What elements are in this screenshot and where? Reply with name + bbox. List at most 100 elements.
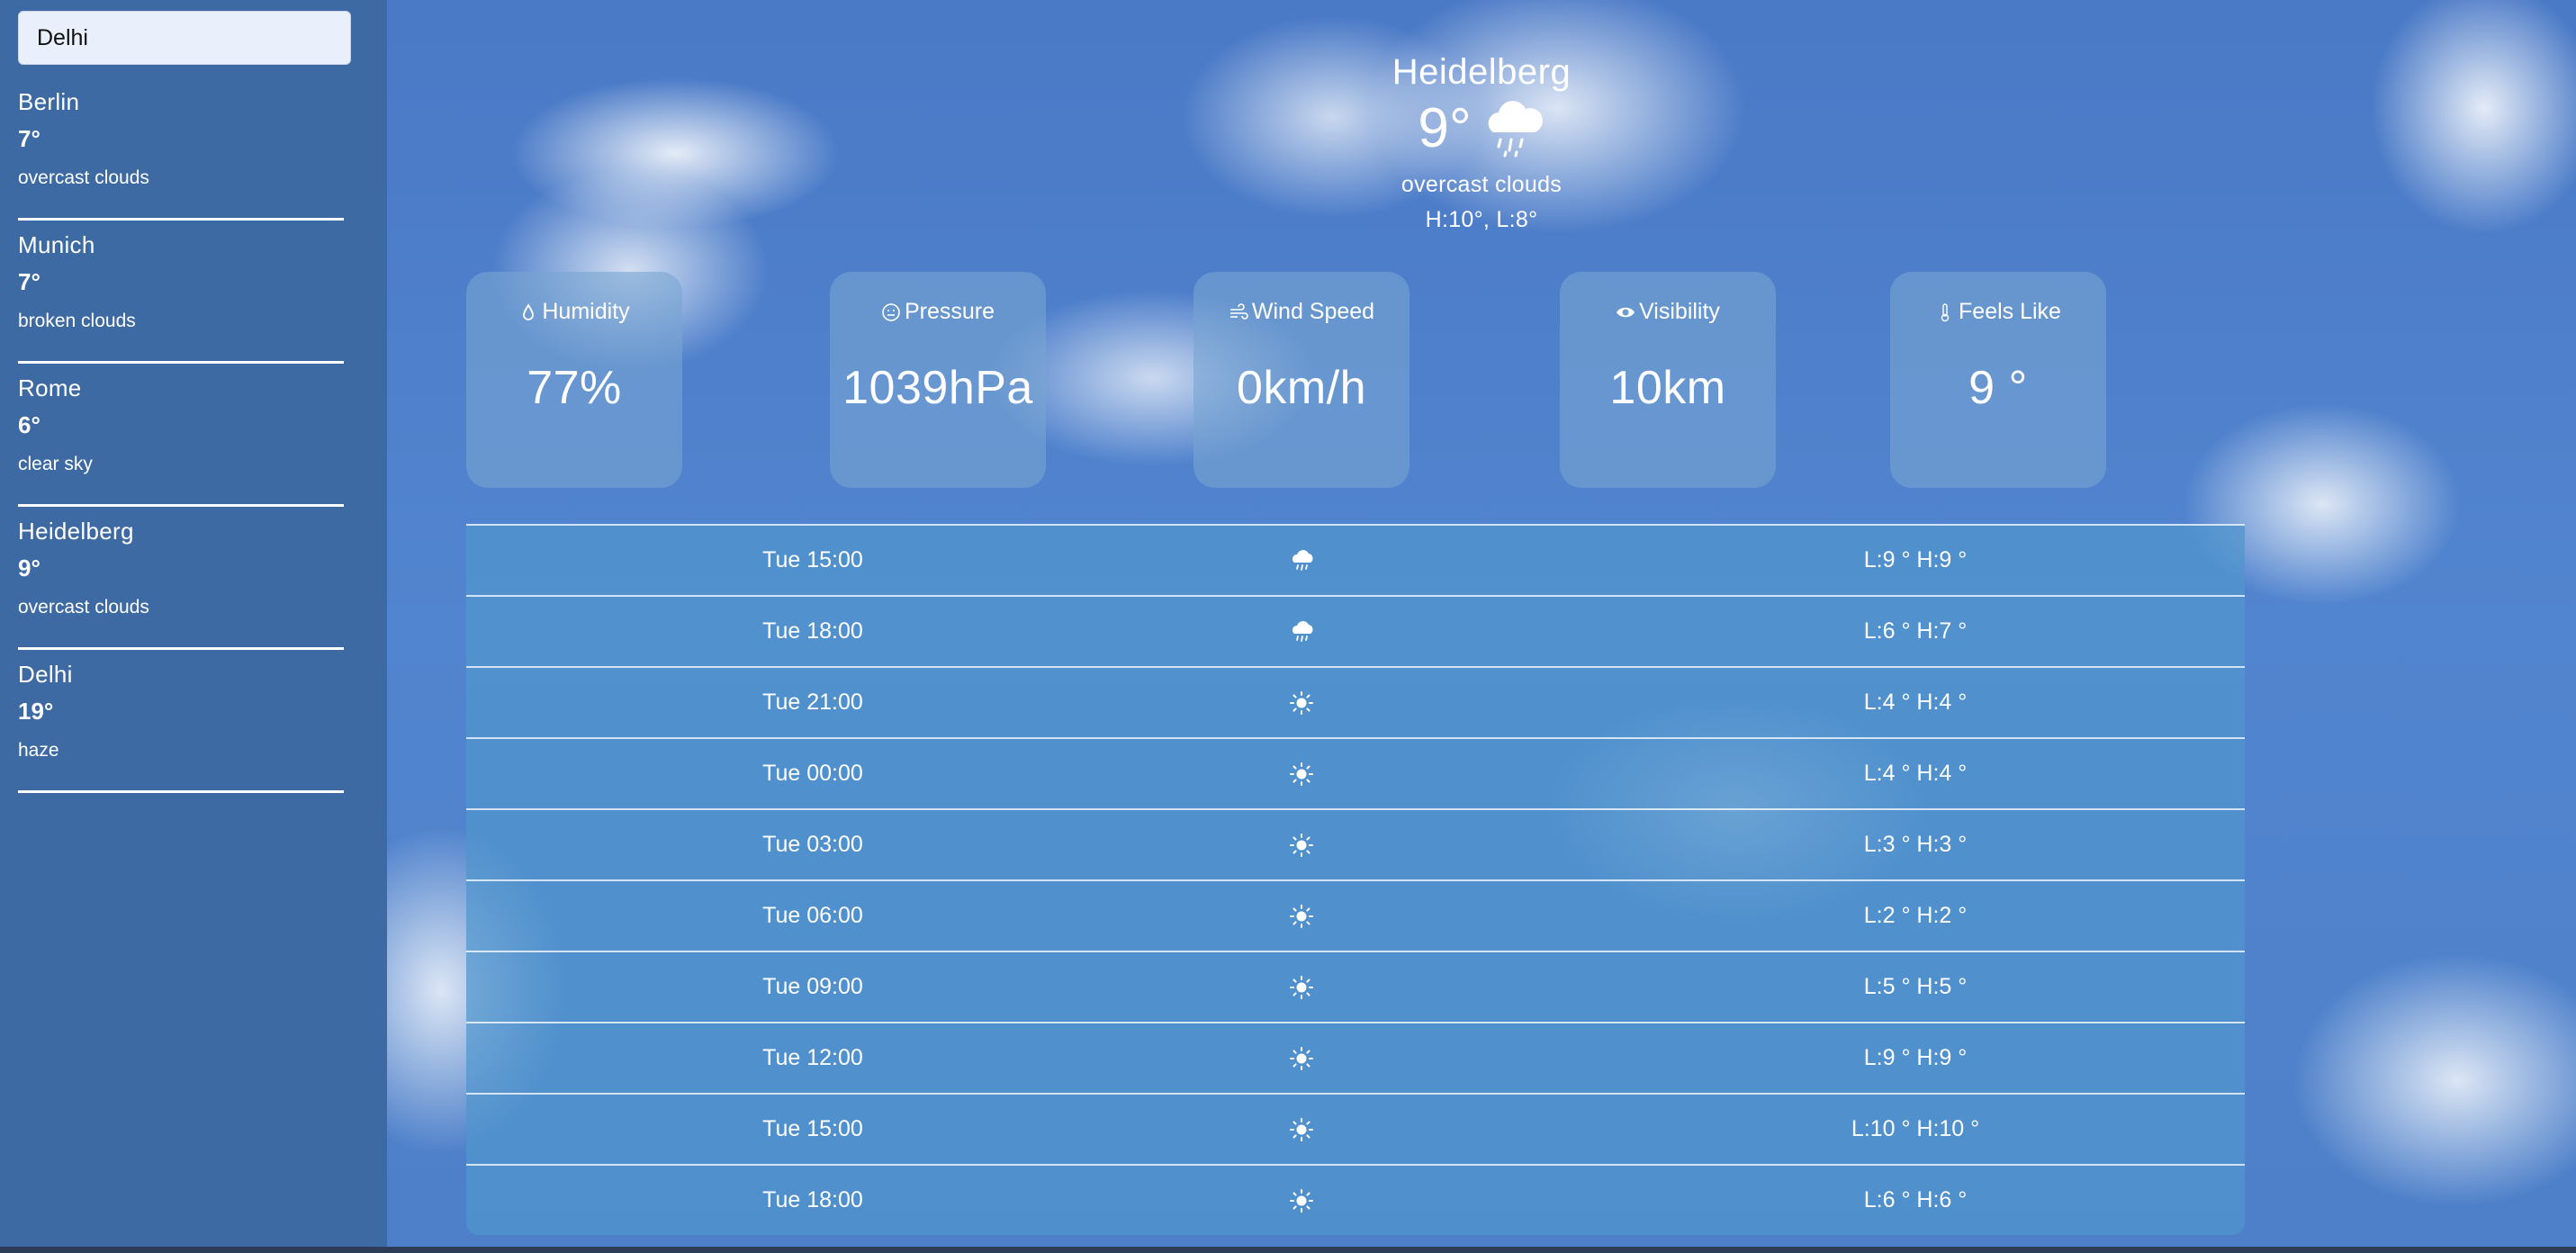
forecast-low-high: L:2 ° H:2 ° [1863,903,1968,928]
wind-icon [1229,302,1248,320]
city-temp: 7° [18,125,41,152]
card-value: 9 ° [1968,362,2028,414]
forecast-row: Tue 06:00 L:2 ° H:2 ° [466,879,2245,951]
current-description: overcast clouds [1401,172,1563,197]
city-desc: clear sky [18,454,93,474]
rain-cloud-icon [1289,548,1314,573]
city-name: Berlin [18,88,80,115]
city-desc: broken clouds [18,311,136,331]
city-temp: 19° [18,698,54,725]
humidity-card: Humidity 77% [466,272,682,488]
card-title-label: Wind Speed [1251,299,1375,324]
sun-icon [1289,1046,1314,1071]
forecast-row: Tue 12:00 L:9 ° H:9 ° [466,1022,2245,1093]
current-temp: 9° [1418,96,1472,159]
city-item-berlin[interactable]: Berlin 7° overcast clouds [18,79,344,221]
forecast-low-high: L:5 ° H:5 ° [1863,974,1968,999]
forecast-time: Tue 21:00 [762,690,863,715]
eye-icon [1617,307,1635,317]
forecast-row: Tue 15:00 L:10 ° H:10 ° [466,1093,2245,1164]
forecast-time: Tue 03:00 [762,832,863,857]
city-name: Heidelberg [18,518,134,545]
city-item-heidelberg[interactable]: Heidelberg 9° overcast clouds [18,509,344,650]
forecast-row: Tue 21:00 L:4 ° H:4 ° [466,666,2245,737]
forecast-low-high: L:9 ° H:9 ° [1863,1045,1968,1070]
card-title-label: Humidity [542,299,630,324]
rain-cloud-icon [1488,101,1543,158]
forecast-row: Tue 00:00 L:4 ° H:4 ° [466,737,2245,808]
visibility-card: Visibility 10km [1560,272,1776,488]
forecast-time: Tue 09:00 [762,974,863,999]
card-title: Feels Like [1890,299,2106,325]
city-item-munich[interactable]: Munich 7° broken clouds [18,222,344,364]
sun-icon [1289,904,1314,929]
rain-cloud-icon [1289,619,1314,645]
card-value: 77% [527,362,622,414]
city-name: Munich [18,231,95,258]
forecast-low-high: L:6 ° H:7 ° [1863,618,1968,644]
metric-cards: Humidity 77% Pressure 1039hPa Wind Speed… [387,272,2576,488]
forecast-low-high: L:4 ° H:4 ° [1863,690,1968,715]
city-temp: 6° [18,411,41,438]
main-panel: Heidelberg 9° overcast clouds H:10°, L:8… [387,0,2576,1247]
current-temp-row: 9° [387,96,2576,159]
droplet-icon [523,302,535,320]
current-weather: Heidelberg 9° overcast clouds H:10°, L:8… [387,52,2576,233]
forecast-time: Tue 06:00 [762,903,863,928]
city-desc: overcast clouds [18,167,149,188]
forecast-low-high: L:6 ° H:6 ° [1863,1187,1968,1212]
city-search-input[interactable] [18,11,351,65]
forecast-low-high: L:3 ° H:3 ° [1863,832,1968,857]
sun-icon [1289,1117,1314,1142]
forecast-time: Tue 15:00 [762,1116,863,1141]
city-temp: 9° [18,554,41,581]
forecast-time: Tue 12:00 [762,1045,863,1070]
weather-app: Berlin 7° overcast clouds Munich 7° brok… [0,0,2576,1253]
sun-icon [1289,975,1314,1000]
forecast-low-high: L:9 ° H:9 ° [1863,547,1968,572]
card-value: 10km [1609,362,1726,414]
forecast-time: Tue 15:00 [762,547,863,572]
forecast-time: Tue 18:00 [762,1187,863,1212]
forecast-row: Tue 09:00 L:5 ° H:5 ° [466,951,2245,1022]
card-value: 1039hPa [842,362,1033,414]
forecast-row: Tue 18:00 L:6 ° H:7 ° [466,595,2245,666]
forecast-row: Tue 15:00 L:9 ° H:9 ° [466,524,2245,595]
current-high-low: H:10°, L:8° [1425,207,1538,232]
city-desc: overcast clouds [18,597,149,617]
card-title: Visibility [1560,299,1776,325]
card-title: Wind Speed [1193,299,1410,325]
window-bottom-edge [0,1247,2576,1253]
sidebar: Berlin 7° overcast clouds Munich 7° brok… [0,0,387,1247]
card-title-label: Feels Like [1959,299,2061,324]
forecast-row: Tue 18:00 L:6 ° H:6 ° [466,1164,2245,1235]
city-item-rome[interactable]: Rome 6° clear sky [18,365,344,507]
hourly-forecast-table: Tue 15:00 L:9 ° H:9 ° Tue 18:00 L:6 ° H:7 °… [466,524,2245,1235]
card-title: Pressure [830,299,1046,325]
city-temp: 7° [18,268,41,295]
feels-like-card: Feels Like 9 ° [1890,272,2106,488]
sun-icon [1289,690,1314,716]
card-title-label: Visibility [1639,299,1720,324]
pressure-card: Pressure 1039hPa [830,272,1046,488]
city-list: Berlin 7° overcast clouds Munich 7° brok… [18,79,369,793]
forecast-time: Tue 18:00 [762,618,863,644]
sun-icon [1289,833,1314,858]
thermometer-icon [1941,302,1950,321]
forecast-low-high: L:10 ° H:10 ° [1851,1116,1980,1141]
gauge-icon [882,302,900,321]
wind-speed-card: Wind Speed 0km/h [1193,272,1410,488]
city-name: Rome [18,374,82,401]
card-title: Humidity [466,299,682,325]
sun-icon [1289,1188,1314,1213]
city-desc: haze [18,740,59,761]
sun-icon [1289,762,1314,787]
forecast-low-high: L:4 ° H:4 ° [1863,761,1968,786]
forecast-time: Tue 00:00 [762,761,863,786]
current-city-name: Heidelberg [1392,52,1572,92]
card-title-label: Pressure [904,299,995,324]
forecast-row: Tue 03:00 L:3 ° H:3 ° [466,808,2245,879]
city-name: Delhi [18,661,73,688]
city-item-delhi[interactable]: Delhi 19° haze [18,652,344,793]
card-value: 0km/h [1236,362,1367,414]
